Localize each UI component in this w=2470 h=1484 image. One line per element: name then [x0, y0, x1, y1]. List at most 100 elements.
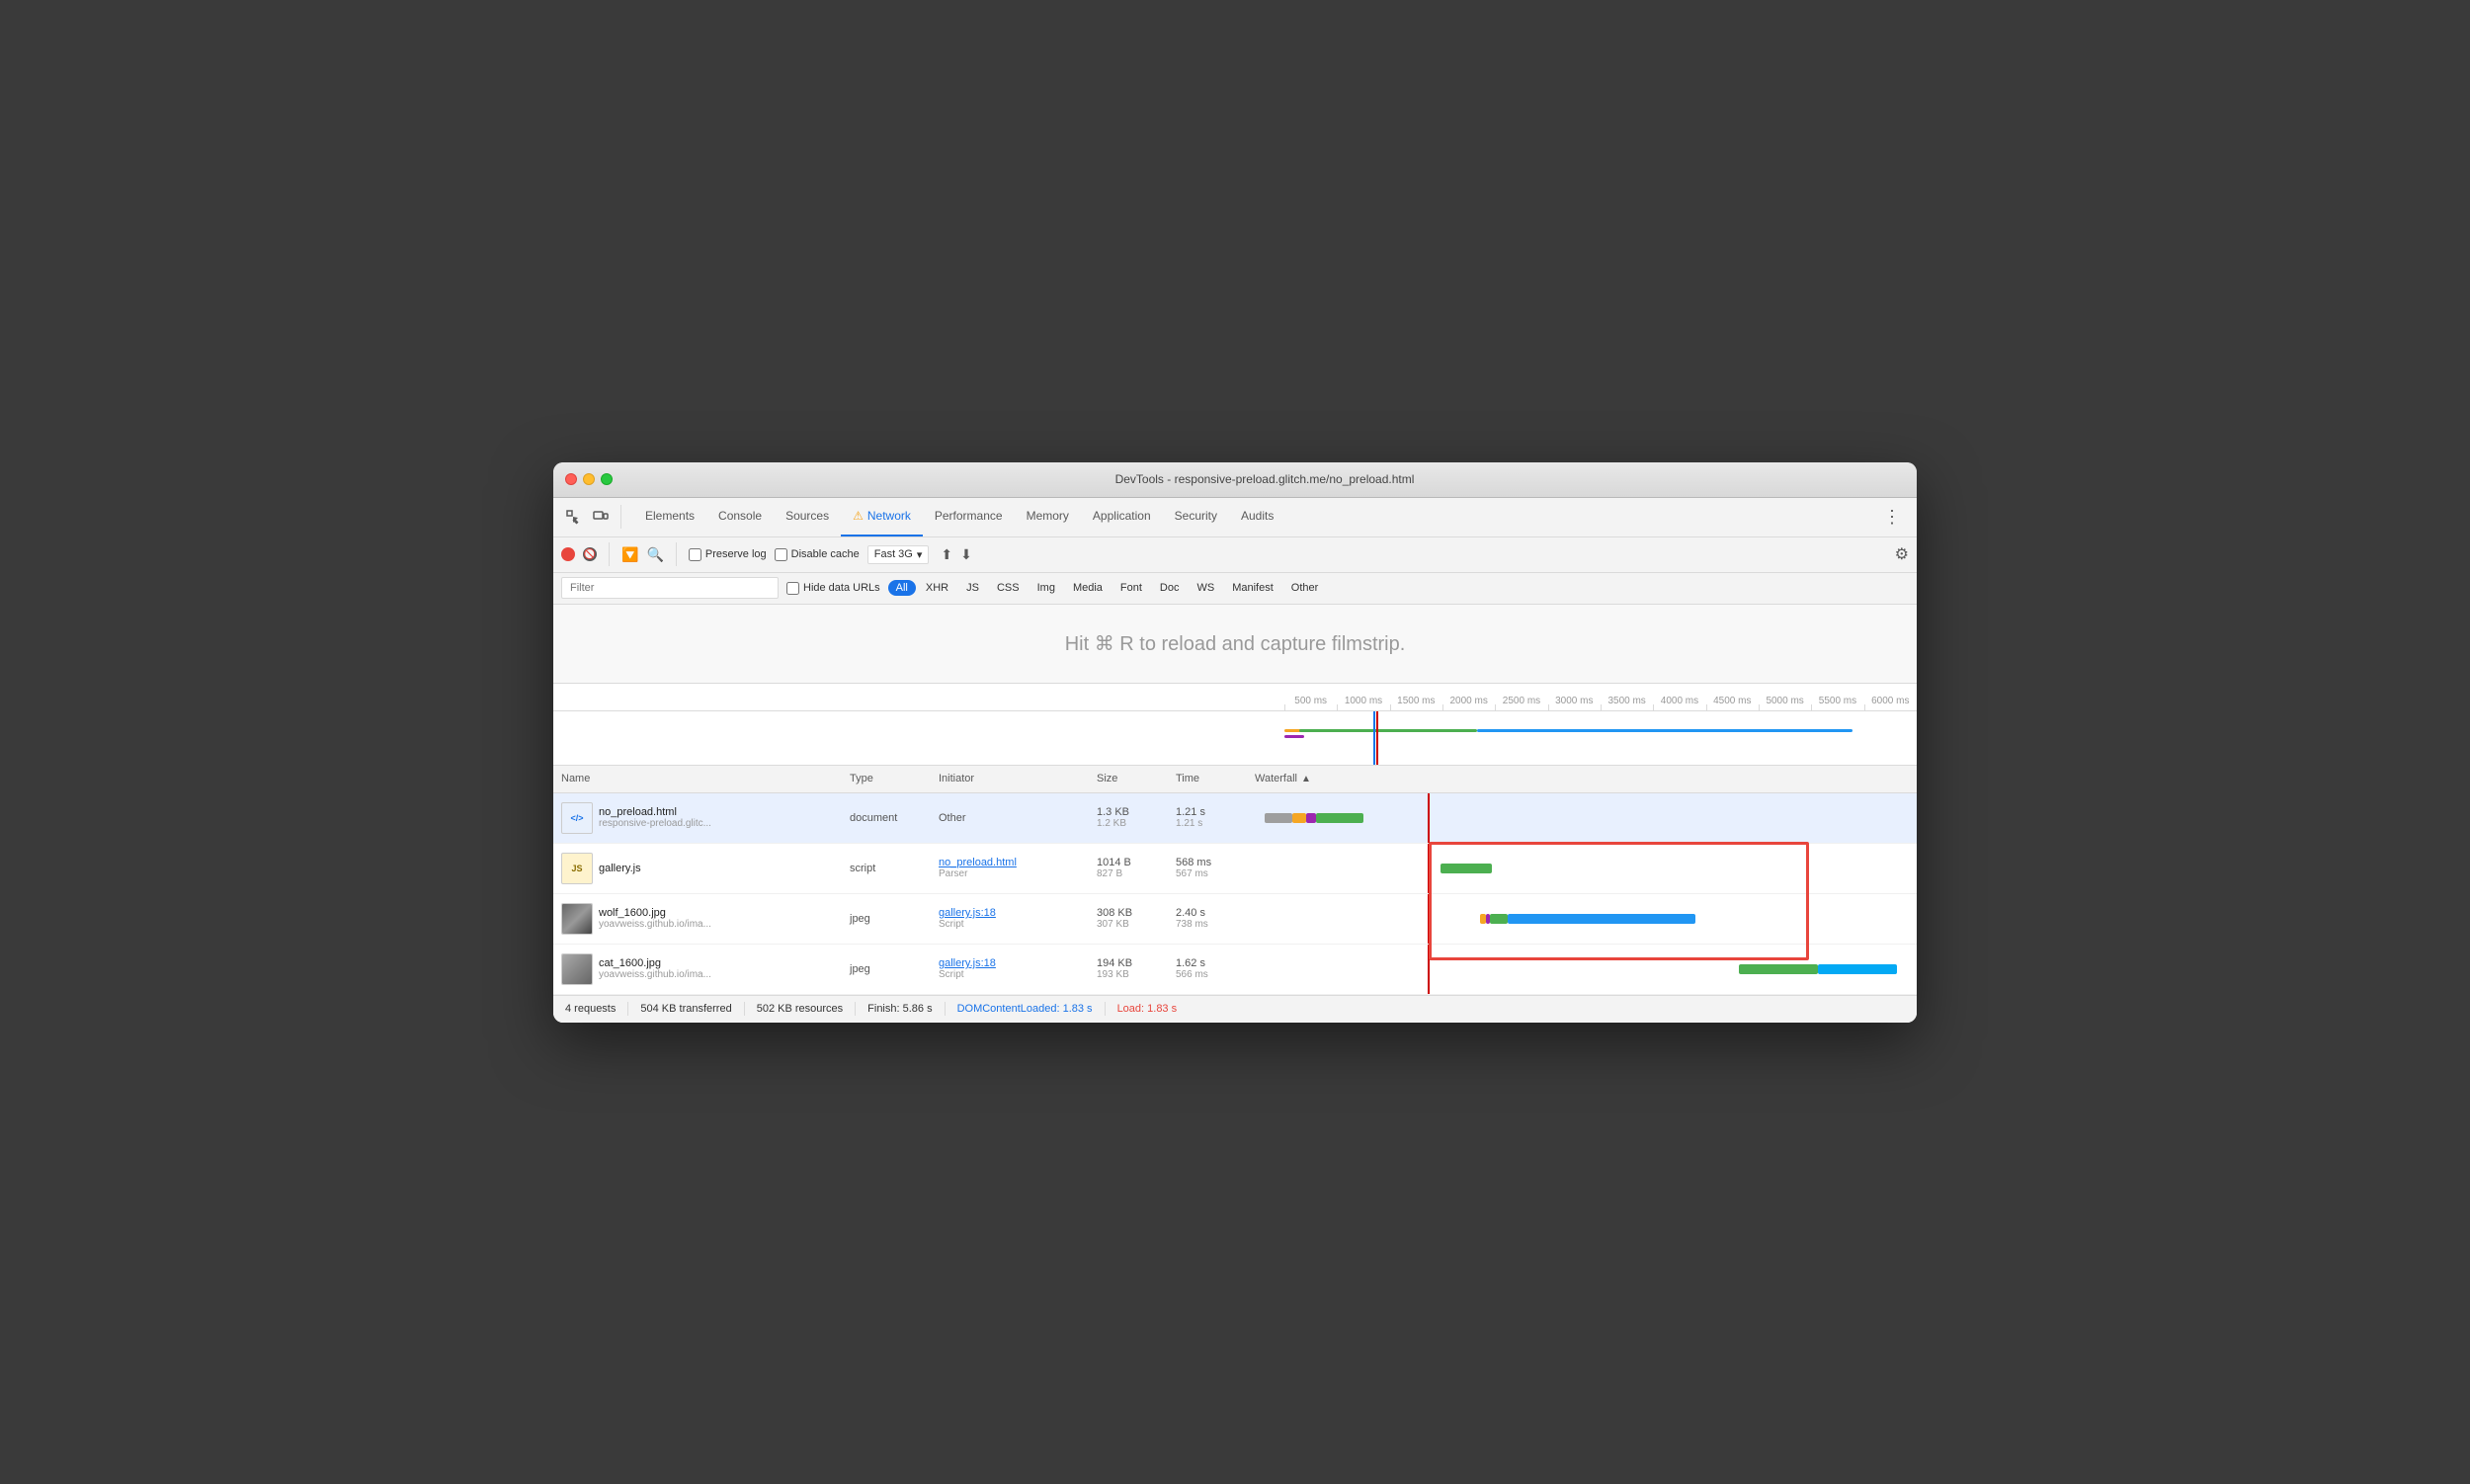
row3-time-sub: 738 ms [1176, 919, 1255, 930]
table-row[interactable]: cat_1600.jpg yoavweiss.github.io/ima... … [553, 945, 1917, 995]
throttle-selector[interactable]: Fast 3G ▾ [867, 545, 930, 564]
toolbar-icons [561, 505, 625, 529]
import-button[interactable]: ⬆ [941, 546, 952, 563]
maximize-button[interactable] [601, 473, 613, 485]
clear-button[interactable]: 🚫 [583, 547, 597, 561]
close-button[interactable] [565, 473, 577, 485]
filter-manifest[interactable]: Manifest [1224, 580, 1281, 596]
tick-500: 500 ms [1284, 696, 1337, 706]
table-row[interactable]: JS gallery.js script no_preload.html Par… [553, 844, 1917, 894]
row2-size: 1014 B 827 B [1097, 857, 1176, 879]
header-type[interactable]: Type [850, 773, 939, 784]
filter-all[interactable]: All [888, 580, 916, 596]
row1-filename: no_preload.html [599, 806, 711, 818]
bar-dns [1265, 813, 1292, 823]
bar-connect [1292, 813, 1306, 823]
status-divider5 [1105, 1002, 1106, 1016]
filter-js[interactable]: JS [958, 580, 987, 596]
more-options-icon[interactable]: ⋮ [1875, 503, 1909, 532]
row4-waterfall [1255, 945, 1917, 994]
header-size[interactable]: Size [1097, 773, 1176, 784]
settings-icon[interactable]: ⚙ [1895, 544, 1909, 564]
disable-cache-checkbox[interactable]: Disable cache [775, 548, 860, 561]
tab-console[interactable]: Console [706, 497, 774, 536]
filter-media[interactable]: Media [1065, 580, 1111, 596]
row4-domain: yoavweiss.github.io/ima... [599, 969, 711, 980]
row4-initiator-link[interactable]: gallery.js:18 [939, 957, 1097, 969]
row3-size-sub: 307 KB [1097, 919, 1176, 930]
row4-bar-blue [1818, 964, 1897, 974]
row2-size-sub: 827 B [1097, 868, 1176, 879]
timeline-bar-purple [1284, 735, 1304, 738]
header-waterfall[interactable]: Waterfall ▲ [1255, 773, 1917, 784]
filter-xhr[interactable]: XHR [918, 580, 956, 596]
filter-other[interactable]: Other [1283, 580, 1327, 596]
tick-5500: 5500 ms [1811, 696, 1863, 706]
filter-ws[interactable]: WS [1189, 580, 1222, 596]
traffic-lights [565, 473, 613, 485]
row3-size: 308 KB 307 KB [1097, 907, 1176, 930]
filter-icon[interactable]: 🔽 [621, 546, 638, 563]
filmstrip-area: Hit ⌘ R to reload and capture filmstrip. [553, 605, 1917, 684]
requests-count: 4 requests [565, 1003, 616, 1015]
dom-content-loaded: DOMContentLoaded: 1.83 s [957, 1003, 1093, 1015]
row3-size-main: 308 KB [1097, 907, 1176, 919]
minimize-button[interactable] [583, 473, 595, 485]
row3-filename: wolf_1600.jpg [599, 907, 711, 919]
header-initiator[interactable]: Initiator [939, 773, 1097, 784]
header-name[interactable]: Name [553, 773, 850, 784]
row2-time-main: 568 ms [1176, 857, 1255, 868]
tab-performance[interactable]: Performance [923, 497, 1015, 536]
row1-time: 1.21 s 1.21 s [1176, 806, 1255, 829]
row3-initiator-link[interactable]: gallery.js:18 [939, 907, 1097, 919]
tab-memory[interactable]: Memory [1015, 497, 1081, 536]
row1-initiator: Other [939, 812, 1097, 824]
row4-time: 1.62 s 566 ms [1176, 957, 1255, 980]
sort-arrow-icon: ▲ [1301, 774, 1311, 784]
tick-5000: 5000 ms [1759, 696, 1811, 706]
row4-time-sub: 566 ms [1176, 969, 1255, 980]
row2-time: 568 ms 567 ms [1176, 857, 1255, 879]
img-file-icon2 [561, 953, 593, 985]
divider3 [676, 542, 677, 566]
tick-2000: 2000 ms [1442, 696, 1495, 706]
table-header-row: Name Type Initiator Size Time Waterfall … [553, 766, 1917, 793]
device-toolbar-icon[interactable] [589, 505, 613, 529]
record-button[interactable] [561, 547, 575, 561]
inspect-icon[interactable] [561, 505, 585, 529]
filter-doc[interactable]: Doc [1152, 580, 1188, 596]
row1-size: 1.3 KB 1.2 KB [1097, 806, 1176, 829]
table-row[interactable]: </> no_preload.html responsive-preload.g… [553, 793, 1917, 844]
row1-initiator-value: Other [939, 812, 1097, 824]
top-toolbar: Elements Console Sources ⚠ Network Perfo… [553, 498, 1917, 537]
row1-size-sub: 1.2 KB [1097, 818, 1176, 829]
row4-size-main: 194 KB [1097, 957, 1176, 969]
preserve-log-checkbox[interactable]: Preserve log [689, 548, 767, 561]
tick-1000: 1000 ms [1337, 696, 1389, 706]
filter-img[interactable]: Img [1029, 580, 1063, 596]
tab-security[interactable]: Security [1163, 497, 1229, 536]
header-time[interactable]: Time [1176, 773, 1255, 784]
row2-type: script [850, 863, 939, 874]
row2-initiator-link[interactable]: no_preload.html [939, 857, 1097, 868]
filter-css[interactable]: CSS [989, 580, 1028, 596]
tab-network[interactable]: ⚠ Network [841, 497, 923, 536]
timeline-ticks: 500 ms 1000 ms 1500 ms 2000 ms 2500 ms 3… [553, 696, 1917, 706]
status-divider1 [627, 1002, 628, 1016]
export-button[interactable]: ⬇ [960, 546, 972, 563]
hide-data-urls-checkbox[interactable]: Hide data URLs [786, 582, 880, 595]
warning-icon: ⚠ [853, 509, 864, 523]
tab-audits[interactable]: Audits [1229, 497, 1285, 536]
search-icon[interactable]: 🔍 [646, 546, 663, 563]
resource-type-filters: All XHR JS CSS Img Media Font Doc WS Man… [888, 580, 1327, 596]
row1-load-line [1428, 793, 1430, 843]
finish-time: Finish: 5.86 s [867, 1003, 932, 1015]
load-time: Load: 1.83 s [1117, 1003, 1178, 1015]
table-row[interactable]: wolf_1600.jpg yoavweiss.github.io/ima...… [553, 894, 1917, 945]
tab-sources[interactable]: Sources [774, 497, 841, 536]
filter-input[interactable] [561, 577, 779, 599]
filter-font[interactable]: Font [1112, 580, 1150, 596]
tab-elements[interactable]: Elements [633, 497, 706, 536]
tab-application[interactable]: Application [1081, 497, 1163, 536]
divider2 [609, 542, 610, 566]
